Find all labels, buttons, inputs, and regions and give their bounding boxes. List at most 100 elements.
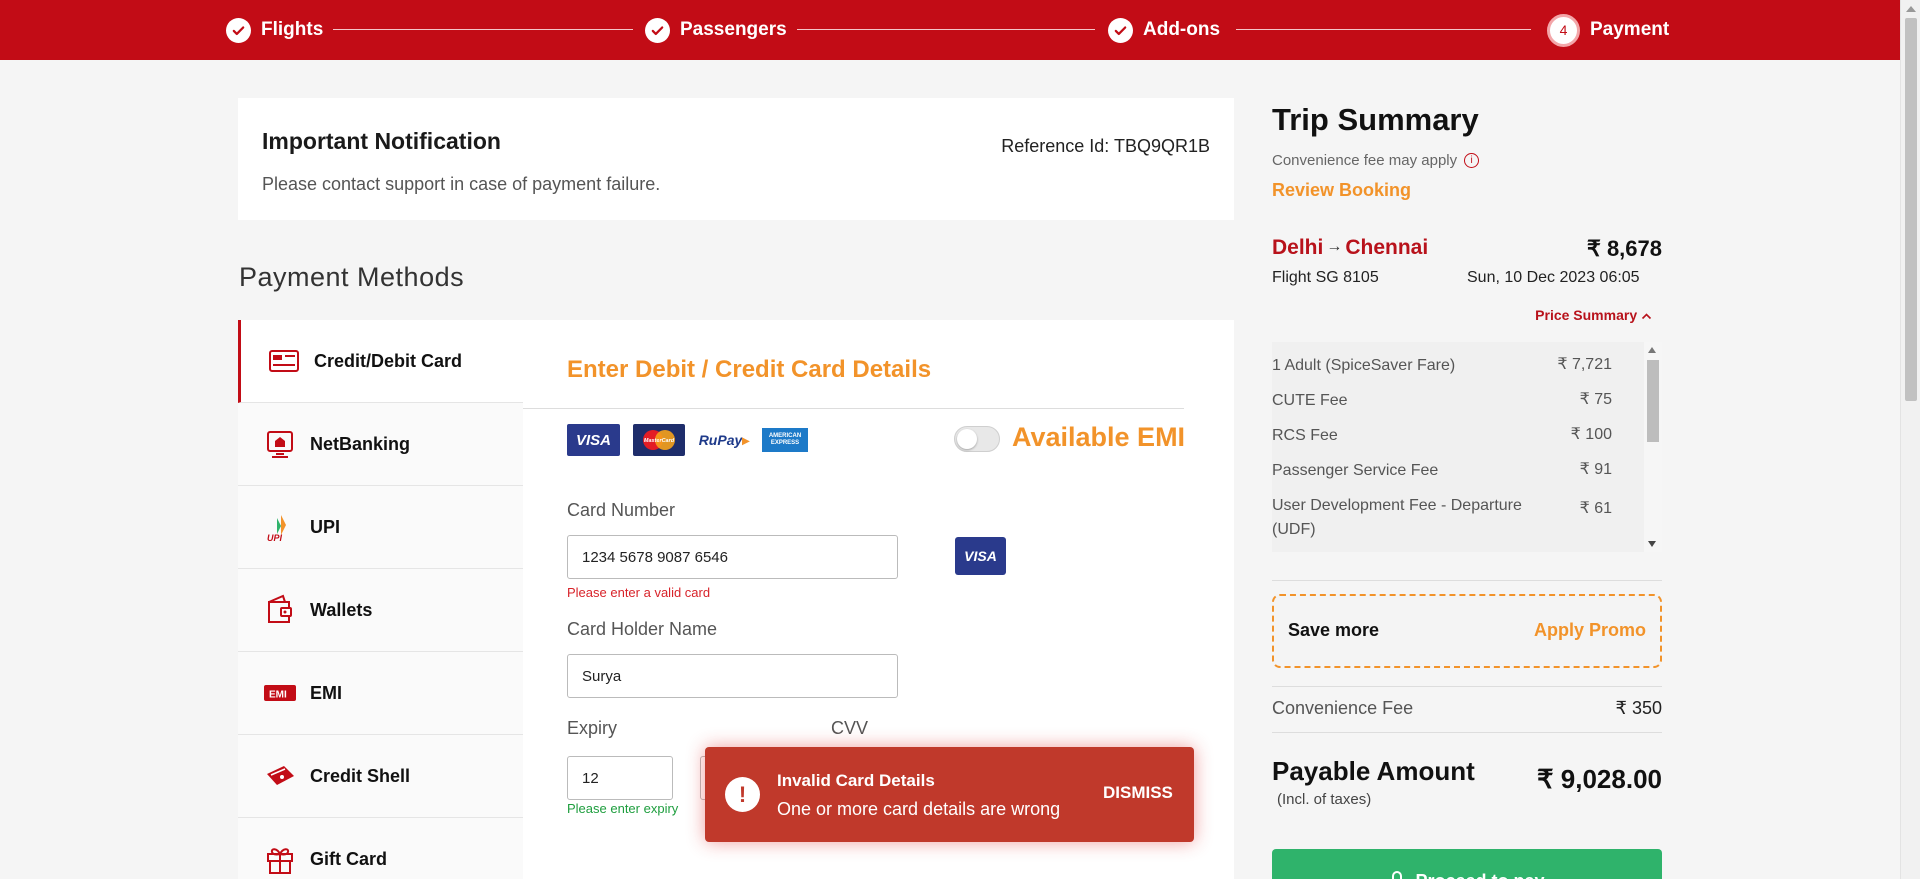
method-label: Credit/Debit Card bbox=[314, 350, 463, 371]
chevron-up-icon bbox=[1641, 313, 1652, 320]
step-label: Flights bbox=[261, 19, 324, 40]
emi-icon: EMI bbox=[264, 677, 296, 709]
svg-text:EMI: EMI bbox=[269, 690, 287, 701]
method-label: Credit Shell bbox=[310, 765, 411, 786]
amex-logo: AMERICAN EXPRESS bbox=[762, 428, 808, 452]
page-scrollbar[interactable] bbox=[1900, 0, 1920, 879]
flight-datetime: Sun, 10 Dec 2023 06:05 bbox=[1467, 269, 1640, 286]
notification-message: Please contact support in case of paymen… bbox=[262, 174, 661, 194]
convenience-fee-label: Convenience Fee bbox=[1272, 698, 1414, 718]
step-connector bbox=[333, 29, 633, 30]
expiry-hint: Please enter expiry bbox=[567, 801, 679, 816]
method-credit-debit-card[interactable]: Credit/Debit Card bbox=[238, 320, 523, 403]
card-holder-input[interactable] bbox=[567, 654, 898, 698]
breakdown-scrollbar[interactable] bbox=[1644, 342, 1662, 552]
upi-icon: UPI bbox=[264, 511, 296, 543]
flight-number: Flight SG 8105 bbox=[1272, 269, 1379, 286]
checkout-progress-bar: Flights Passengers Add-ons 4 Payment bbox=[0, 0, 1900, 60]
method-label: NetBanking bbox=[310, 433, 411, 454]
mastercard-logo: MasterCard bbox=[633, 424, 685, 456]
check-icon bbox=[226, 17, 251, 43]
detected-brand-text: VISA bbox=[964, 548, 997, 564]
step-passengers[interactable]: Passengers bbox=[645, 0, 787, 60]
step-flights[interactable]: Flights bbox=[226, 0, 323, 60]
toast-message: One or more card details are wrong bbox=[777, 799, 1061, 819]
notification-title: Important Notification bbox=[262, 128, 501, 154]
breakdown-label: User Development Fee - Departure (UDF) bbox=[1272, 497, 1522, 538]
step-label: Add-ons bbox=[1143, 19, 1221, 40]
expiry-label: Expiry bbox=[567, 718, 618, 738]
step-addons[interactable]: Add-ons bbox=[1108, 0, 1220, 60]
price-summary-toggle[interactable]: Price Summary bbox=[1535, 307, 1652, 323]
breakdown-label: RCS Fee bbox=[1272, 427, 1338, 444]
visa-logo: VISA bbox=[567, 424, 620, 456]
proceed-label: Proceed to pay bbox=[1415, 871, 1544, 879]
method-credit-shell[interactable]: Credit Shell bbox=[238, 735, 523, 818]
card-holder-label: Card Holder Name bbox=[567, 619, 718, 639]
divider bbox=[1272, 686, 1662, 687]
method-wallets[interactable]: Wallets bbox=[238, 569, 523, 652]
payable-amount-note: (Incl. of taxes) bbox=[1277, 791, 1372, 808]
error-toast: ! Invalid Card Details One or more card … bbox=[705, 747, 1194, 842]
payment-methods-title: Payment Methods bbox=[239, 262, 465, 292]
payable-amount-label: Payable Amount bbox=[1272, 756, 1475, 786]
method-gift-card[interactable]: Gift Card bbox=[238, 818, 523, 879]
trip-summary-title: Trip Summary bbox=[1272, 102, 1479, 137]
bank-icon bbox=[264, 428, 296, 460]
scroll-up-icon[interactable] bbox=[1906, 6, 1916, 12]
method-label: EMI bbox=[310, 682, 343, 703]
check-icon bbox=[645, 17, 670, 43]
amex-text: AMERICAN EXPRESS bbox=[768, 433, 802, 446]
card-number-input[interactable] bbox=[567, 535, 898, 579]
breakdown-value: ₹ 61 bbox=[1579, 500, 1612, 517]
proceed-to-pay-button[interactable]: Proceed to pay bbox=[1272, 849, 1662, 879]
scrollbar-thumb[interactable] bbox=[1647, 360, 1659, 442]
divider bbox=[1272, 732, 1662, 733]
review-booking-link[interactable]: Review Booking bbox=[1272, 180, 1411, 201]
credit-card-icon bbox=[268, 345, 300, 377]
scrollbar-thumb[interactable] bbox=[1905, 18, 1917, 401]
apply-promo-button[interactable]: Apply Promo bbox=[1534, 620, 1646, 641]
breakdown-value: ₹ 75 bbox=[1579, 391, 1612, 408]
card-details-heading: Enter Debit / Credit Card Details bbox=[567, 356, 932, 383]
destination-city: Chennai bbox=[1345, 236, 1429, 259]
method-label: Wallets bbox=[310, 599, 373, 620]
scroll-up-icon[interactable] bbox=[1648, 347, 1656, 353]
expiry-month-input[interactable] bbox=[567, 756, 673, 800]
credit-shell-icon bbox=[264, 760, 296, 792]
step-number: 4 bbox=[1547, 13, 1580, 47]
convenience-fee-row: Convenience Fee ₹ 350 bbox=[1272, 698, 1662, 719]
arrow-right-icon: → bbox=[1326, 238, 1343, 255]
convenience-note-text: Convenience fee may apply bbox=[1272, 152, 1458, 169]
reference-id: Reference Id: TBQ9QR1B bbox=[1001, 136, 1210, 156]
method-upi[interactable]: UPI UPI bbox=[238, 486, 523, 569]
breakdown-label: Passenger Service Fee bbox=[1272, 462, 1439, 479]
check-icon bbox=[1108, 17, 1133, 43]
fare-total: ₹ 8,678 bbox=[1586, 236, 1662, 261]
promo-box: Save more Apply Promo bbox=[1272, 594, 1662, 668]
convenience-fee-value: ₹ 350 bbox=[1615, 698, 1663, 718]
step-label: Passengers bbox=[680, 19, 787, 40]
emi-toggle[interactable] bbox=[954, 426, 1000, 452]
promo-label: Save more bbox=[1288, 620, 1380, 640]
gift-icon bbox=[264, 843, 296, 875]
svg-text:MasterCard: MasterCard bbox=[644, 438, 675, 444]
dismiss-button[interactable]: DISMISS bbox=[1103, 783, 1173, 803]
flight-route: Delhi → Chennai bbox=[1272, 236, 1428, 260]
toast-title: Invalid Card Details bbox=[777, 771, 935, 790]
method-emi[interactable]: EMI EMI bbox=[238, 652, 523, 735]
info-icon[interactable]: i bbox=[1464, 153, 1480, 168]
visa-text: VISA bbox=[575, 431, 611, 449]
origin-city: Delhi bbox=[1272, 236, 1324, 259]
important-notification: Important Notification Please contact su… bbox=[238, 98, 1234, 220]
toggle-knob[interactable] bbox=[957, 429, 977, 449]
breakdown-label: 1 Adult (SpiceSaver Fare) bbox=[1272, 357, 1456, 374]
scroll-down-icon[interactable] bbox=[1648, 541, 1656, 547]
method-netbanking[interactable]: NetBanking bbox=[238, 403, 523, 486]
rupay-logo: RuPay ▸ bbox=[697, 424, 751, 456]
breakdown-value: ₹ 100 bbox=[1570, 426, 1612, 443]
breakdown-value: ₹ 7,721 bbox=[1557, 356, 1612, 373]
emi-label: Available EMI bbox=[1012, 422, 1186, 452]
alert-icon: ! bbox=[725, 777, 760, 812]
price-summary-label: Price Summary bbox=[1535, 307, 1638, 323]
